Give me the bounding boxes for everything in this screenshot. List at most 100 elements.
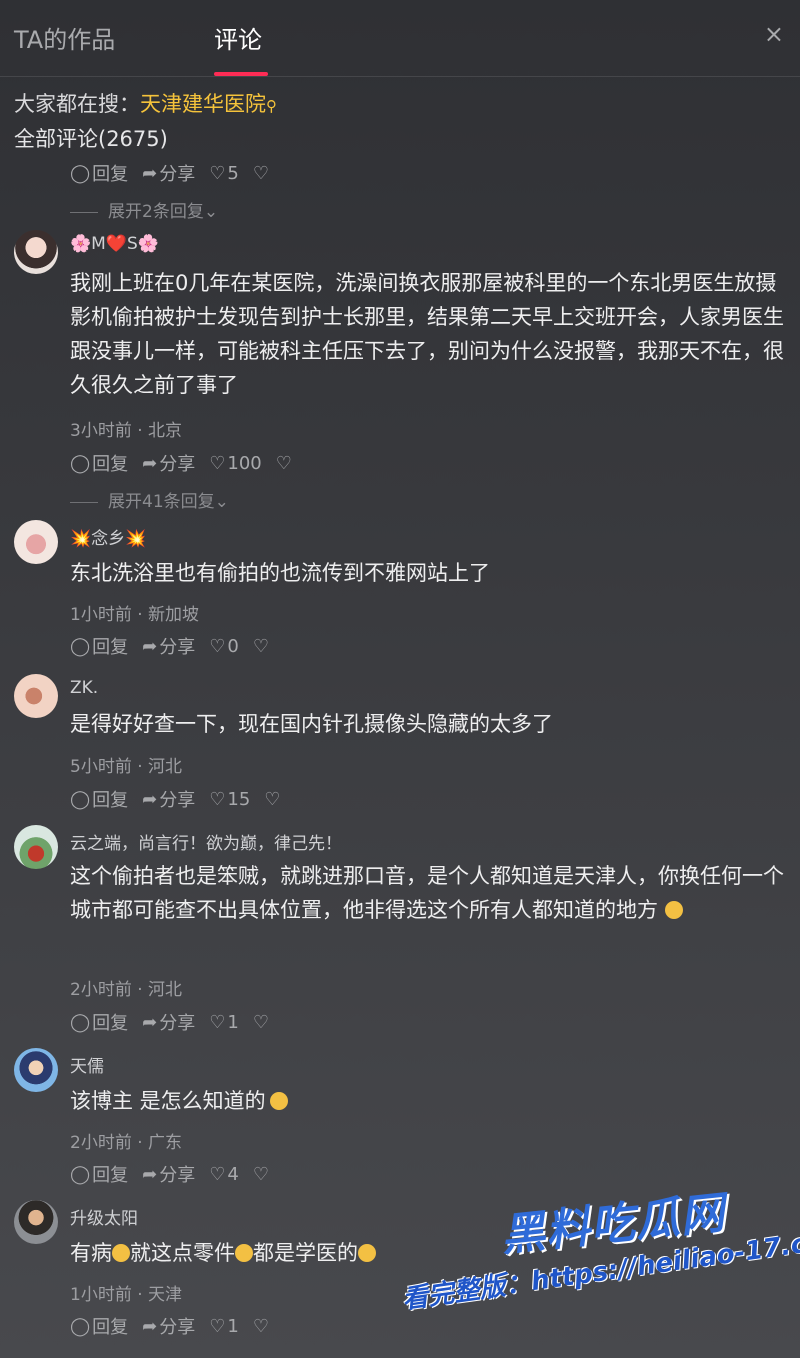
comment-meta: 2小时前 · 广东 [70,1133,183,1153]
share-button[interactable]: ➦ 分享 [142,633,195,659]
dislike-button[interactable]: ♡ [253,1164,271,1185]
share-button[interactable]: ➦ 分享 [142,1161,195,1187]
comment-text: 是得好好查一下，现在国内针孔摄像头隐藏的太多了 [70,712,553,736]
reply-button[interactable]: ◯ 回复 [70,160,128,186]
share-icon: ➦ [142,162,158,184]
comment-icon: ◯ [70,1163,91,1185]
comment-username[interactable]: 云之端，尚言行！欲为巅，律己先！ [70,829,342,854]
comment-count: 全部评论(2675) [14,127,168,151]
laughing-emoji-icon [664,901,683,919]
active-tab-indicator [214,72,268,76]
comment-icon: ◯ [70,452,91,474]
like-button[interactable]: ♡ 15 [209,789,250,810]
heart-icon: ♡ [209,788,226,810]
comment-text: 该博主 是怎么知道的 [70,1084,785,1118]
share-icon: ➦ [142,1163,158,1185]
avatar[interactable] [14,520,58,564]
like-button[interactable]: ♡ 1 [209,1012,239,1033]
comment-meta: 3小时前 · 北京 [70,421,183,441]
dislike-button[interactable]: ♡ [264,789,282,810]
comment-actions: ◯ 回复 ➦ 分享 ♡ 15 ♡ [70,786,296,812]
yawning-emoji-icon [269,1092,288,1110]
expand-replies-button[interactable]: 展开2条回复⌄ [70,197,218,222]
comment-actions: ◯ 回复 ➦ 分享 ♡ 5 ♡ [70,160,285,186]
dislike-heart-icon: ♡ [252,162,269,184]
heart-icon: ♡ [209,1011,226,1033]
like-button[interactable]: ♡ 4 [209,1164,239,1185]
laughing-emoji-icon [235,1244,253,1262]
comment-actions: ◯ 回复 ➦ 分享 ♡ 100 ♡ [70,450,308,476]
watermark: 黑料吃瓜网 看完整版：https://heiliao-17.com [400,1187,800,1338]
comment-meta: 5小时前 · 河北 [70,757,183,777]
share-icon: ➦ [142,1011,158,1033]
heart-icon: ♡ [209,635,226,657]
comment-icon: ◯ [70,1011,91,1033]
comment-text: 我刚上班在0几年在某医院，洗澡间换衣服那屋被科里的一个东北男医生放摄影机偷拍被护… [70,271,784,397]
comment-username[interactable]: 升级太阳 [70,1204,138,1229]
avatar[interactable] [14,1200,58,1244]
dislike-heart-icon: ♡ [252,1315,269,1337]
heart-icon: ♡ [209,452,226,474]
avatar[interactable] [14,230,58,274]
share-button[interactable]: ➦ 分享 [142,1009,195,1035]
search-suggestion-keyword[interactable]: 天津建华医院 [140,92,266,116]
avatar[interactable] [14,674,58,718]
share-icon: ➦ [142,452,158,474]
reply-button[interactable]: ◯ 回复 [70,450,128,476]
close-icon[interactable]: × [764,20,784,48]
laughing-emoji-icon [358,1244,376,1262]
comment-icon: ◯ [70,635,91,657]
comment-icon: ◯ [70,788,91,810]
dislike-heart-icon: ♡ [264,788,281,810]
avatar[interactable] [14,1048,58,1092]
share-button[interactable]: ➦ 分享 [142,450,195,476]
share-icon: ➦ [142,1315,158,1337]
reply-button[interactable]: ◯ 回复 [70,786,128,812]
tab-comments[interactable]: 评论 [214,20,262,55]
comment-meta: 1小时前 · 新加坡 [70,605,200,625]
comment-username[interactable]: 🌸M❤️S🌸 [70,234,159,254]
search-suggestion-prefix: 大家都在搜： [14,92,140,116]
share-button[interactable]: ➦ 分享 [142,160,195,186]
comment-icon: ◯ [70,162,91,184]
comment-actions: ◯ 回复 ➦ 分享 ♡ 1 ♡ [70,1313,285,1339]
like-button[interactable]: ♡ 100 [209,453,262,474]
like-button[interactable]: ♡ 0 [209,636,239,657]
dislike-button[interactable]: ♡ [253,636,271,657]
comment-actions: ◯ 回复 ➦ 分享 ♡ 1 ♡ [70,1009,285,1035]
like-button[interactable]: ♡ 1 [209,1316,239,1337]
search-suggestion: 大家都在搜：天津建华医院⚲ [14,88,277,118]
laughing-emoji-icon [112,1244,130,1262]
comment-icon: ◯ [70,1315,91,1337]
comment-text: 东北洗浴里也有偷拍的也流传到不雅网站上了 [70,561,490,585]
share-button[interactable]: ➦ 分享 [142,1313,195,1339]
dislike-button[interactable]: ♡ [253,163,271,184]
dislike-heart-icon: ♡ [252,1011,269,1033]
comment-username[interactable]: 💥念乡💥 [70,524,146,549]
tab-works[interactable]: TA的作品 [14,20,115,55]
heart-icon: ♡ [209,1315,226,1337]
search-icon: ⚲ [266,97,277,115]
dislike-heart-icon: ♡ [252,635,269,657]
comment-text: 这个偷拍者也是笨贼，就跳进那口音，是个人都知道是天津人，你换任何一个城市都可能查… [70,864,784,922]
avatar[interactable] [14,825,58,869]
reply-button[interactable]: ◯ 回复 [70,633,128,659]
comment-actions: ◯ 回复 ➦ 分享 ♡ 4 ♡ [70,1161,285,1187]
chevron-down-icon: ⌄ [214,492,229,512]
comment-actions: ◯ 回复 ➦ 分享 ♡ 0 ♡ [70,633,285,659]
reply-button[interactable]: ◯ 回复 [70,1161,128,1187]
reply-button[interactable]: ◯ 回复 [70,1313,128,1339]
dislike-button[interactable]: ♡ [253,1012,271,1033]
share-icon: ➦ [142,788,158,810]
chevron-down-icon: ⌄ [203,202,219,222]
comment-username[interactable]: 天儒 [70,1052,104,1077]
dislike-button[interactable]: ♡ [253,1316,271,1337]
reply-button[interactable]: ◯ 回复 [70,1009,128,1035]
heart-icon: ♡ [209,162,226,184]
dislike-button[interactable]: ♡ [276,453,294,474]
like-button[interactable]: ♡ 5 [209,163,239,184]
dislike-heart-icon: ♡ [252,1163,269,1185]
expand-replies-button[interactable]: 展开41条回复⌄ [70,487,229,512]
share-button[interactable]: ➦ 分享 [142,786,195,812]
comment-username[interactable]: ZK. [70,678,98,698]
